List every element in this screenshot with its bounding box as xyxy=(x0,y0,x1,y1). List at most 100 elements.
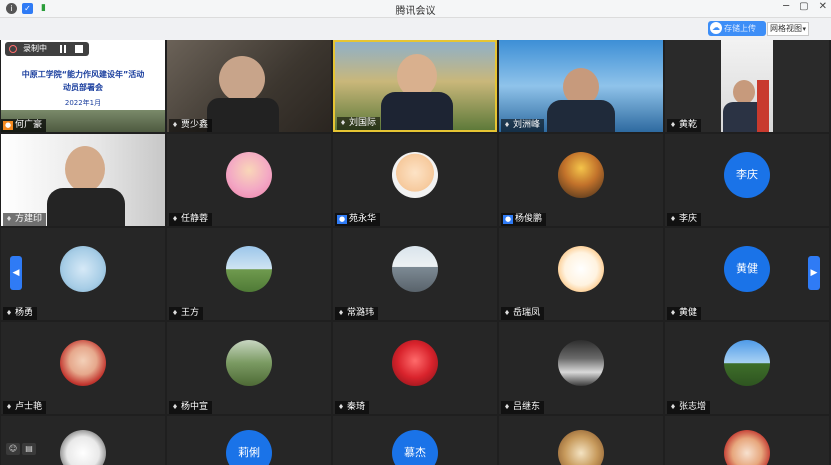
participant-avatar xyxy=(558,340,604,386)
mic-icon: ♦ xyxy=(503,121,511,129)
participant-video-face xyxy=(219,56,265,102)
participant-name: 吕继东 xyxy=(513,402,541,412)
participant-name-tag: ♦ 黄乾 xyxy=(667,119,702,132)
mic-icon: ♦ xyxy=(337,309,345,317)
participant-avatar: 黄健 xyxy=(724,246,770,292)
participant-name-tag: ♦ 李庆 xyxy=(667,213,702,226)
mic-icon: ♦ xyxy=(5,403,13,411)
participant-name-tag: ♦ 王方 xyxy=(169,307,204,320)
mic-icon: ♦ xyxy=(171,215,179,223)
participant-name: 苑永华 xyxy=(349,214,377,224)
participant-tile[interactable]: ♦ 卢士艳 xyxy=(1,322,165,414)
restore-button[interactable]: ▢ xyxy=(799,1,808,12)
slide-date: 2022年1月 xyxy=(64,99,102,107)
participant-tile[interactable]: ♦ 贾少鑫 xyxy=(167,40,331,132)
participant-tile[interactable]: ♦ 方建印 xyxy=(1,134,165,226)
participant-video-face xyxy=(733,80,755,104)
chat-icon[interactable]: ▤ xyxy=(22,443,36,455)
participant-avatar xyxy=(226,152,272,198)
participant-avatar: 李庆 xyxy=(724,152,770,198)
participant-tile[interactable]: ♦ 吕继东 xyxy=(499,322,663,414)
participant-avatar xyxy=(226,340,272,386)
participant-tile[interactable]: ♦ 秦琦 xyxy=(333,322,497,414)
participant-tile[interactable]: ♦ 常潞玮 xyxy=(333,228,497,320)
participant-name-tag: ♦ 吕继东 xyxy=(501,401,545,414)
participant-name-tag: ♦ 秦琦 xyxy=(335,401,370,414)
window-title: 腾讯会议 xyxy=(395,6,436,17)
participant-tile[interactable]: 录制中 中原工学院“能力作风建设年”活动 动员部署会 2022年1月 ● 何广豪 xyxy=(1,40,165,132)
participant-name: 贾少鑫 xyxy=(181,120,209,130)
participant-avatar xyxy=(724,430,770,465)
participant-tile[interactable]: 莉俐 xyxy=(167,416,331,465)
cloud-upload-button[interactable]: ☁ 存储上传 xyxy=(708,21,766,36)
mic-icon: ♦ xyxy=(503,309,511,317)
participant-name-tag: ♦ 杨勇 xyxy=(3,307,38,320)
mic-icon: ♦ xyxy=(669,403,677,411)
emoji-icon[interactable]: ☺ xyxy=(6,443,20,455)
minimize-button[interactable]: ─ xyxy=(783,1,789,12)
meeting-toolbar: ☁ 存储上传 网格视图 ▾ xyxy=(0,18,831,40)
participant-name: 黄乾 xyxy=(679,120,698,130)
participant-tile[interactable]: 李庆 ♦ 李庆 xyxy=(665,134,829,226)
participant-video-body xyxy=(547,100,615,132)
close-button[interactable]: ✕ xyxy=(819,1,827,12)
participant-name: 张志增 xyxy=(679,402,707,412)
participant-avatar: 莉俐 xyxy=(226,430,272,465)
participant-name-tag: ♦ 贾少鑫 xyxy=(169,119,213,132)
slide-title-line1: 中原工学院“能力作风建设年”活动 xyxy=(21,70,145,79)
cloud-icon: ☁ xyxy=(710,22,722,34)
video-grid: 录制中 中原工学院“能力作风建设年”活动 动员部署会 2022年1月 ● 何广豪… xyxy=(0,40,831,465)
participant-tile[interactable]: 黄健 ♦ 黄健 xyxy=(665,228,829,320)
participant-tile[interactable]: 慕杰 xyxy=(333,416,497,465)
participant-tile[interactable]: ● 苑永华 xyxy=(333,134,497,226)
participant-tile[interactable]: ♦ 任静蓉 xyxy=(167,134,331,226)
participant-tile[interactable]: ♦ 王方 xyxy=(167,228,331,320)
participant-name-tag: ♦ 卢士艳 xyxy=(3,401,47,414)
participant-name: 方建印 xyxy=(15,214,43,224)
participant-tile[interactable]: ● 杨俊鹏 xyxy=(499,134,663,226)
mic-icon: ♦ xyxy=(503,403,511,411)
recording-indicator[interactable]: 录制中 xyxy=(5,42,89,56)
participant-tile[interactable] xyxy=(499,416,663,465)
next-page-button[interactable]: ▶ xyxy=(808,256,820,290)
participant-name: 杨勇 xyxy=(15,308,34,318)
participant-video-flag xyxy=(757,80,769,132)
stop-icon[interactable] xyxy=(75,45,83,53)
participant-video-face xyxy=(65,146,105,192)
view-mode-dropdown[interactable]: 网格视图 ▾ xyxy=(767,22,809,36)
participant-tile[interactable]: ♦ 刘洲峰 xyxy=(499,40,663,132)
participant-tile[interactable]: ♦ 杨中宣 xyxy=(167,322,331,414)
pause-icon[interactable] xyxy=(59,45,67,53)
participant-name: 任静蓉 xyxy=(181,214,209,224)
recording-label: 录制中 xyxy=(23,44,47,53)
participant-tile[interactable]: ♦ 岳瑞凤 xyxy=(499,228,663,320)
bottom-tools: ☺ ▤ xyxy=(6,443,36,455)
participant-name: 何广豪 xyxy=(15,120,43,130)
participant-name: 黄健 xyxy=(679,308,698,318)
participant-tile[interactable]: ♦ 杨勇 xyxy=(1,228,165,320)
participant-tile[interactable]: ♦ 黄乾 xyxy=(665,40,829,132)
participant-tile-active-speaker[interactable]: ♦ 刘国际 xyxy=(333,40,497,132)
mic-icon: ♦ xyxy=(171,309,179,317)
participant-name-tag: ♦ 任静蓉 xyxy=(169,213,213,226)
mic-icon: ♦ xyxy=(669,309,677,317)
participant-tile[interactable] xyxy=(665,416,829,465)
slide-title-line2: 动员部署会 xyxy=(63,83,103,92)
participant-name: 常潞玮 xyxy=(347,308,375,318)
participant-name: 杨俊鹏 xyxy=(515,214,543,224)
participant-tile[interactable] xyxy=(1,416,165,465)
view-mode-label: 网格视图 xyxy=(770,24,802,33)
participant-name: 岳瑞凤 xyxy=(513,308,541,318)
participant-avatar xyxy=(558,430,604,465)
slide-title: 中原工学院“能力作风建设年”活动 动员部署会 xyxy=(1,68,165,94)
participant-avatar xyxy=(558,246,604,292)
participant-tile[interactable]: ♦ 张志增 xyxy=(665,322,829,414)
participant-name: 王方 xyxy=(181,308,200,318)
participant-name-tag: ♦ 杨中宣 xyxy=(169,401,213,414)
participant-name-tag: ♦ 刘洲峰 xyxy=(501,119,545,132)
previous-page-button[interactable]: ◀ xyxy=(10,256,22,290)
participant-avatar xyxy=(392,246,438,292)
user-icon: ● xyxy=(337,215,347,224)
participant-avatar xyxy=(60,430,106,465)
user-icon: ● xyxy=(3,121,13,130)
